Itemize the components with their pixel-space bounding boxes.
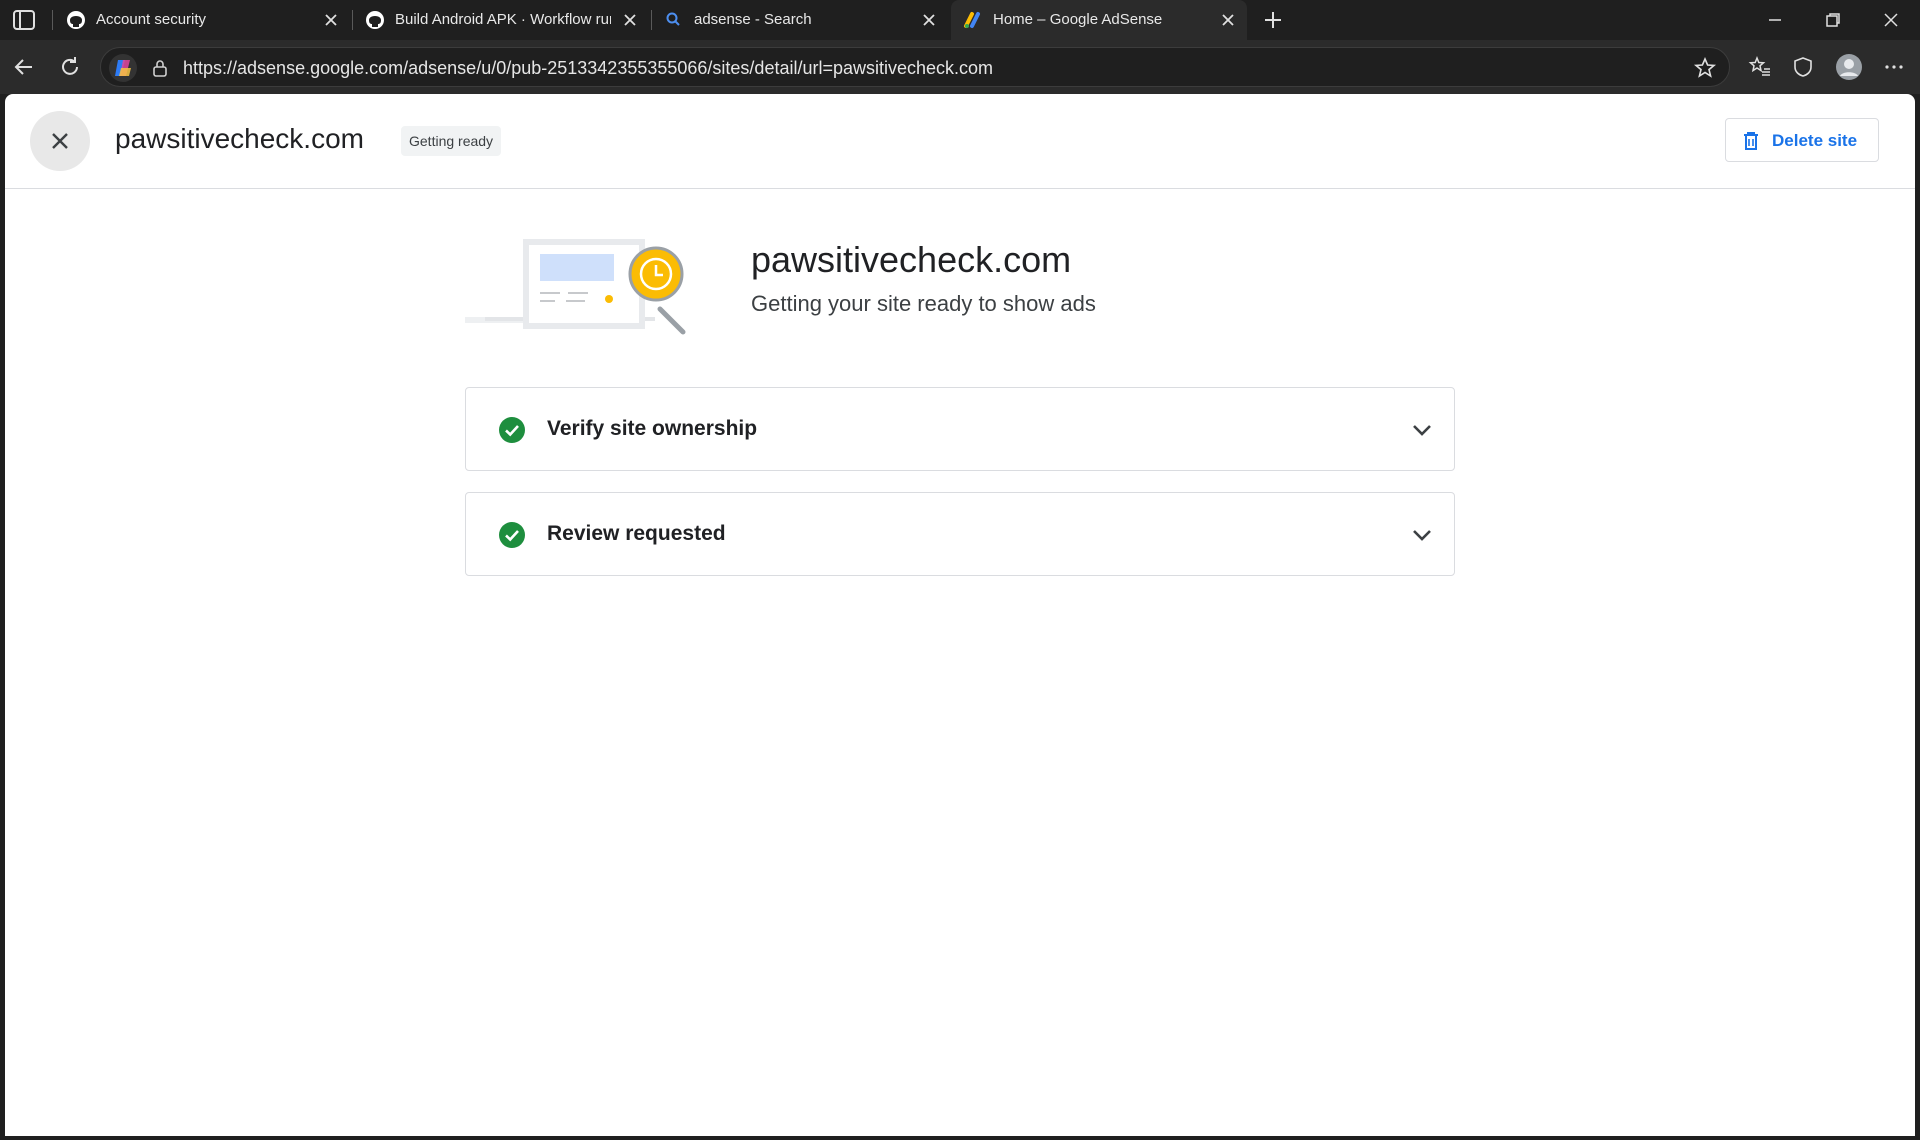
tab-title: adsense - Search (694, 11, 812, 28)
page-content: pawsitivecheck.com Getting ready Delete … (5, 94, 1915, 1136)
status-badge: Getting ready (401, 126, 502, 156)
delete-site-label: Delete site (1772, 131, 1858, 150)
more-menu-icon[interactable] (1882, 55, 1906, 79)
tab-build-android-apk[interactable]: Build Android APK · Workflow runs (353, 0, 649, 40)
copilot-icon[interactable] (109, 54, 137, 82)
back-icon[interactable] (12, 55, 36, 79)
check-circle-icon (499, 522, 525, 548)
favorite-star-icon[interactable] (1693, 56, 1717, 80)
tab-title: Account security (96, 11, 207, 28)
close-tab-icon[interactable] (920, 11, 938, 29)
favorites-icon[interactable] (1748, 55, 1772, 79)
tab-account-security[interactable]: Account security (54, 0, 350, 40)
restore-icon[interactable] (1823, 10, 1843, 30)
chevron-down-icon[interactable] (1408, 416, 1436, 444)
close-window-icon[interactable] (1881, 10, 1901, 30)
search-icon (666, 12, 680, 26)
browser-toolbar: https://adsense.google.com/adsense/u/0/p… (0, 40, 1920, 94)
adsense-icon (964, 12, 980, 28)
tab-adsense-search[interactable]: adsense - Search (652, 0, 948, 40)
tab-title: Home – Google AdSense (993, 11, 1163, 28)
chevron-down-icon[interactable] (1408, 521, 1436, 549)
close-tab-icon[interactable] (1219, 11, 1237, 29)
site-review-illustration (465, 239, 686, 335)
site-detail-header: pawsitivecheck.com Getting ready Delete … (5, 94, 1915, 189)
github-icon (366, 11, 384, 29)
step-label: Review requested (547, 522, 726, 545)
lock-icon[interactable] (151, 58, 169, 78)
step-label: Verify site ownership (547, 417, 758, 440)
hero-subtitle: Getting your site ready to show ads (751, 291, 1096, 316)
hero-site-name: pawsitivecheck.com (751, 239, 1072, 280)
close-button[interactable] (30, 111, 90, 171)
tab-strip: Account security Build Android APK · Wor… (0, 0, 1920, 40)
step-review-requested[interactable]: Review requested (465, 492, 1455, 576)
tab-title: Build Android APK · Workflow runs (395, 11, 611, 28)
close-tab-icon[interactable] (621, 11, 639, 29)
refresh-icon[interactable] (58, 55, 82, 79)
site-status-hero: pawsitivecheck.com Getting your site rea… (465, 229, 1465, 344)
tab-actions-icon[interactable] (12, 10, 36, 30)
profile-avatar-icon[interactable] (1835, 53, 1863, 81)
tab-google-adsense-home[interactable]: Home – Google AdSense (951, 0, 1247, 40)
tab-separator (52, 10, 53, 30)
trash-icon (1744, 132, 1758, 150)
new-tab-icon[interactable] (1262, 9, 1284, 31)
github-icon (67, 11, 85, 29)
browser-essentials-icon[interactable] (1791, 55, 1815, 79)
delete-site-button[interactable]: Delete site (1725, 118, 1879, 162)
check-circle-icon (499, 417, 525, 443)
url-text[interactable]: https://adsense.google.com/adsense/u/0/p… (183, 58, 993, 79)
minimize-icon[interactable] (1765, 10, 1785, 30)
close-icon (52, 133, 68, 149)
address-bar[interactable]: https://adsense.google.com/adsense/u/0/p… (100, 47, 1730, 87)
step-verify-site-ownership[interactable]: Verify site ownership (465, 387, 1455, 471)
close-tab-icon[interactable] (322, 11, 340, 29)
page-title: pawsitivecheck.com (115, 123, 364, 154)
